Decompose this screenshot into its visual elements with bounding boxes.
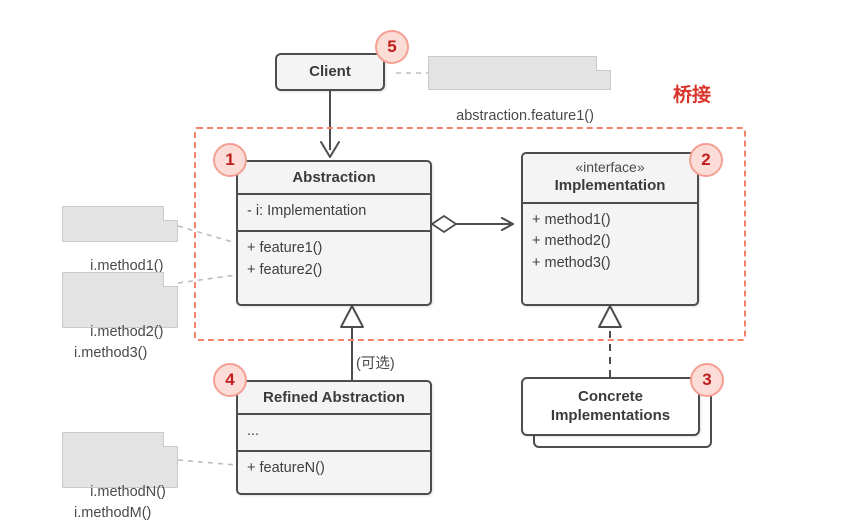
class-box-implementation[interactable]: «interface» Implementation + method1() +…: [521, 152, 699, 306]
note-fold-corner: [163, 432, 178, 447]
class-name-concrete-implementations: Concrete Implementations: [551, 388, 670, 426]
class-box-abstraction[interactable]: Abstraction - i: Implementation + featur…: [236, 160, 432, 306]
note-client-call: abstraction.feature1(): [428, 56, 611, 124]
field-item: - i: Implementation: [247, 203, 367, 220]
note-featureN-body: i.methodN() i.methodM(): [62, 432, 178, 521]
method-item: + feature2(): [247, 261, 323, 278]
refined-abstraction-methods: + featureN(): [238, 452, 430, 487]
class-name-client: Client: [309, 62, 351, 80]
note-fold-corner: [163, 272, 178, 287]
note-client-call-text: abstraction.feature1(): [456, 108, 594, 125]
field-item: ...: [247, 423, 260, 440]
note-feature1-body: i.method1(): [62, 206, 178, 274]
class-name-abstraction: Abstraction: [292, 169, 376, 186]
abstraction-fields: - i: Implementation: [238, 195, 430, 230]
method-item: + method3(): [532, 255, 611, 272]
class-name-refined-abstraction: Refined Abstraction: [263, 389, 405, 406]
note-feature2-body-text: i.method2() i.method3(): [74, 324, 164, 362]
refined-abstraction-fields: ...: [238, 415, 430, 450]
badge-concrete-implementations: 3: [690, 363, 724, 397]
class-name-line-1: Concrete: [577, 387, 644, 405]
note-featureN-body-text: i.methodN() i.methodM(): [74, 484, 166, 522]
class-name-implementation: Implementation: [554, 177, 666, 195]
note-fold-corner: [163, 206, 178, 221]
class-box-client[interactable]: Client: [275, 53, 385, 91]
bridge-group-label: 桥接: [673, 85, 712, 106]
note-fold-corner: [596, 56, 611, 71]
badge-refined-abstraction: 4: [213, 363, 247, 397]
abstraction-methods: + feature1() + feature2(): [238, 232, 430, 289]
method-item: + method1(): [532, 211, 611, 228]
method-item: + feature1(): [247, 240, 323, 256]
badge-client: 5: [375, 30, 409, 64]
class-name-line-2: Implementations: [550, 406, 671, 424]
badge-abstraction: 1: [213, 143, 247, 177]
method-item: + method2(): [532, 233, 611, 250]
leader-methodNM-note: [177, 459, 237, 466]
note-feature2-body: i.method2() i.method3(): [62, 272, 178, 361]
diagram-canvas: Abstraction : dependency (solid with ope…: [0, 0, 857, 531]
class-box-concrete-implementations[interactable]: Concrete Implementations: [521, 377, 700, 436]
badge-implementation: 2: [689, 143, 723, 177]
class-stereotype-implementation: «interface»: [575, 159, 645, 175]
implementation-methods: + method1() + method2() + method3(): [523, 204, 697, 282]
class-box-refined-abstraction[interactable]: Refined Abstraction ... + featureN(): [236, 380, 432, 495]
edge-label-optional: (可选): [356, 356, 395, 372]
method-item: + featureN(): [247, 460, 325, 476]
